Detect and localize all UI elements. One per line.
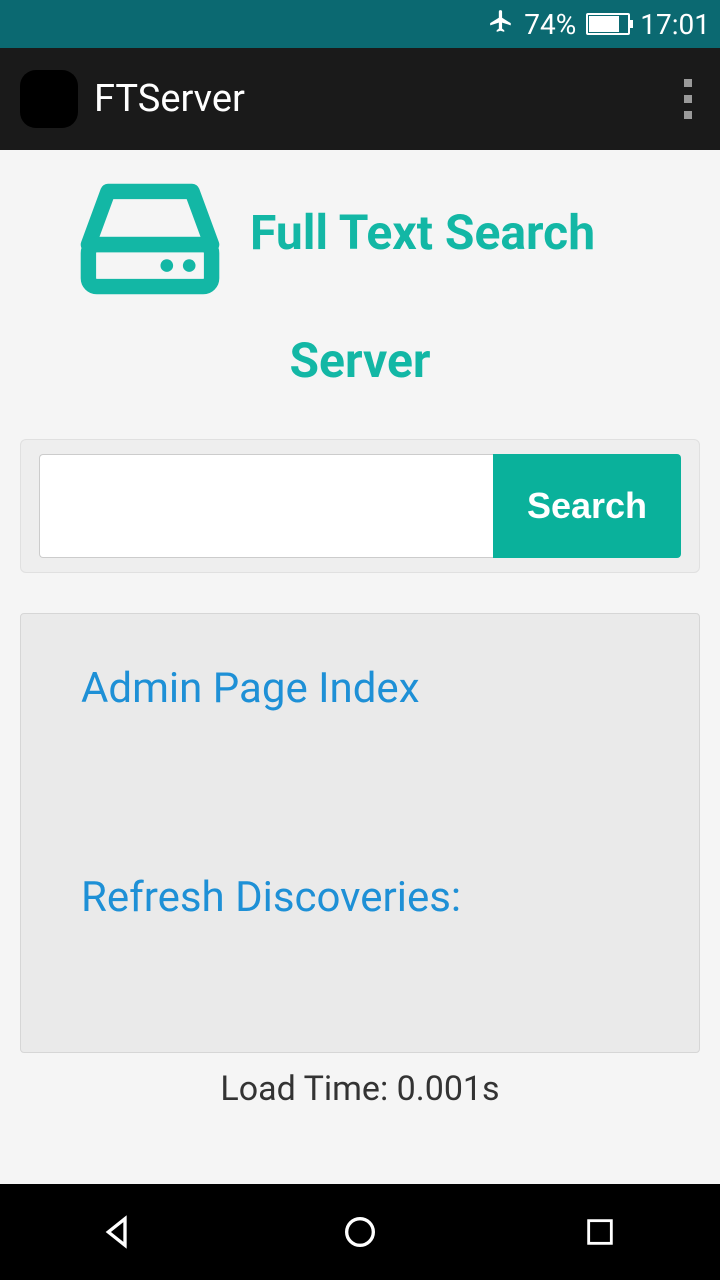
- links-panel: Admin Page Index Refresh Discoveries:: [20, 613, 700, 1053]
- action-bar: FTServer: [0, 48, 720, 150]
- nav-bar: [0, 1184, 720, 1280]
- hero-section: Full Text Search Server: [0, 150, 720, 409]
- main-content: Full Text Search Server Search Admin Pag…: [0, 150, 720, 1125]
- app-icon: [20, 70, 78, 128]
- clock-time: 17:01: [640, 8, 710, 41]
- airplane-mode-icon: [488, 8, 514, 41]
- battery-percentage: 74%: [524, 8, 576, 41]
- load-time-text: Load Time: 0.001s: [0, 1053, 720, 1125]
- search-input[interactable]: [39, 454, 493, 558]
- overflow-menu-button[interactable]: [676, 71, 700, 127]
- home-button[interactable]: [330, 1202, 390, 1262]
- search-button[interactable]: Search: [493, 454, 681, 558]
- server-drive-icon: [80, 180, 220, 302]
- refresh-discoveries-link[interactable]: Refresh Discoveries:: [81, 873, 639, 922]
- back-button[interactable]: [90, 1202, 150, 1262]
- battery-icon: [586, 13, 630, 35]
- status-bar: 74% 17:01: [0, 0, 720, 48]
- app-title: FTServer: [94, 77, 676, 121]
- recent-apps-button[interactable]: [570, 1202, 630, 1262]
- search-panel: Search: [20, 439, 700, 573]
- admin-page-index-link[interactable]: Admin Page Index: [81, 664, 639, 713]
- hero-title-line2: Server: [20, 332, 700, 389]
- hero-title-line1: Full Text Search: [250, 180, 595, 261]
